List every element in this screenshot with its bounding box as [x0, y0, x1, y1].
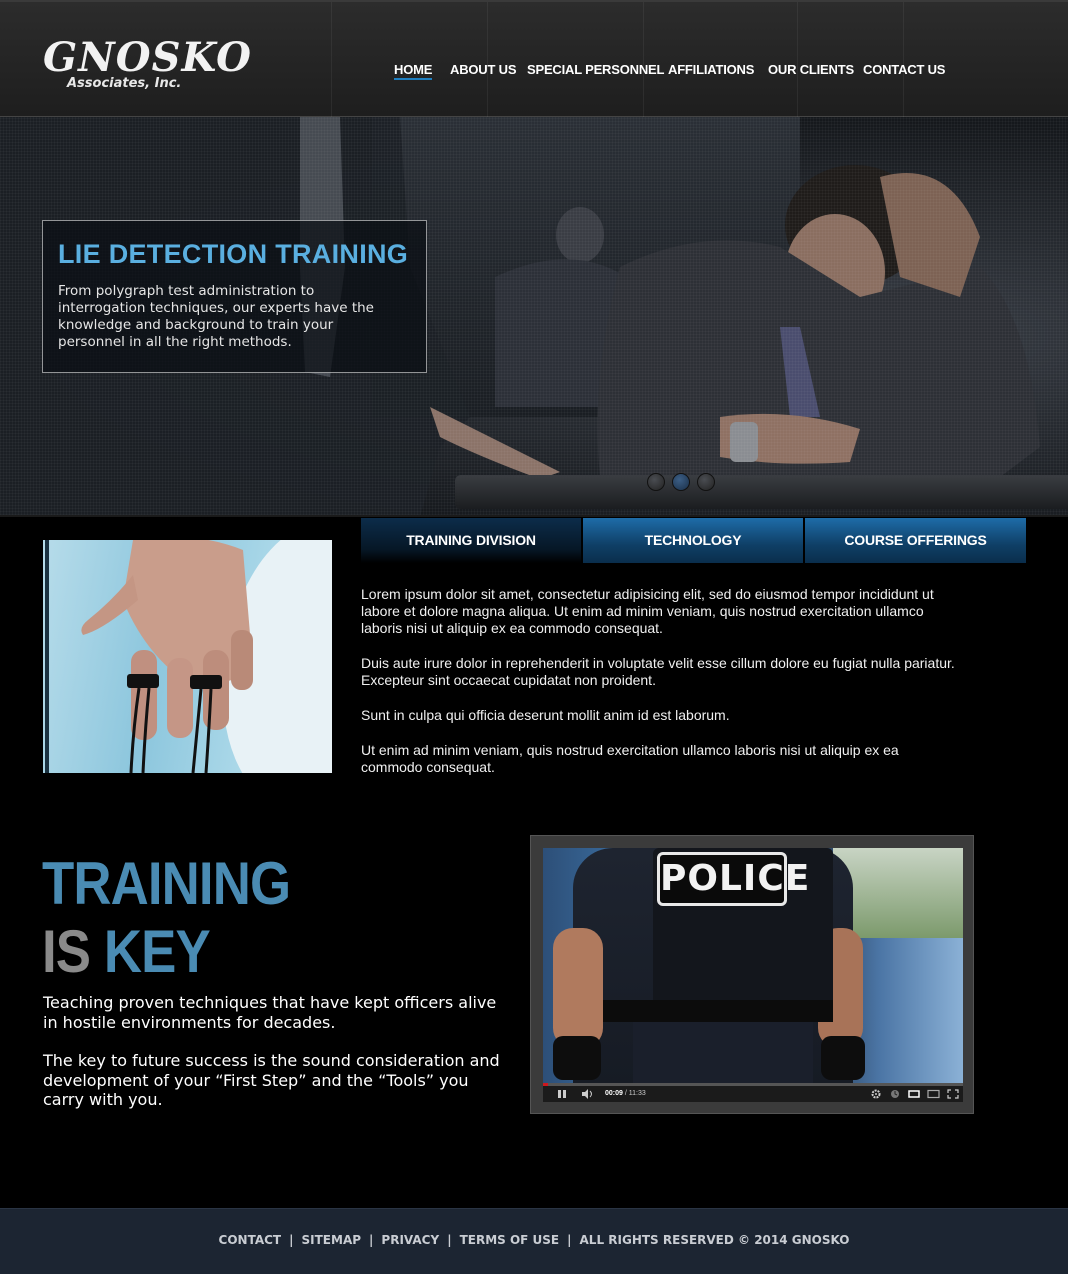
nav-special-personnel[interactable]: SPECIAL PERSONNEL: [527, 62, 664, 77]
fullscreen-icon[interactable]: [947, 1089, 959, 1099]
content-tabs: TRAINING DIVISION TECHNOLOGY COURSE OFFE…: [360, 518, 1026, 563]
heading-word-is: IS: [42, 918, 91, 985]
video-player: POLICE 00:09 / 11:33: [530, 835, 974, 1114]
header-divider: [331, 2, 332, 117]
training-paragraph: The key to future success is the sound c…: [43, 1051, 500, 1109]
tab-paragraph: Duis aute irure dolor in reprehenderit i…: [361, 655, 955, 688]
site-header: GNOSKO Associates, Inc. HOME ABOUT US SP…: [0, 0, 1068, 117]
tab-paragraph: Sunt in culpa qui officia deserunt molli…: [361, 707, 730, 723]
logo[interactable]: GNOSKO Associates, Inc.: [43, 38, 251, 98]
polygraph-hand-image: [43, 540, 332, 773]
heading-word-training: TRAINING: [42, 850, 291, 917]
footer-separator: |: [289, 1233, 294, 1247]
training-description: Teaching proven techniques that have kep…: [43, 993, 503, 1129]
small-player-icon[interactable]: [908, 1089, 920, 1099]
nav-about-us[interactable]: ABOUT US: [450, 62, 516, 77]
footer-link-sitemap[interactable]: SITEMAP: [302, 1233, 362, 1247]
video-current-time: 00:09: [605, 1090, 623, 1097]
heading-word-key: KEY: [103, 918, 211, 985]
hero-title: LIE DETECTION TRAINING: [58, 239, 409, 269]
site-footer: CONTACT | SITEMAP | PRIVACY | TERMS OF USE | ALL…: [0, 1208, 1068, 1274]
hand-illustration: [45, 540, 253, 773]
footer-link-terms[interactable]: TERMS OF USE: [460, 1233, 560, 1247]
tab-training-division[interactable]: TRAINING DIVISION: [360, 518, 581, 563]
video-controls: 00:09 / 11:33: [543, 1083, 963, 1102]
tab-paragraph: Lorem ipsum dolor sit amet, consectetur …: [361, 586, 934, 636]
video-officer-glove: [553, 1036, 601, 1080]
header-divider: [487, 2, 488, 117]
settings-gear-icon[interactable]: [871, 1089, 881, 1099]
video-officer-arm: [553, 928, 603, 1048]
header-divider: [797, 2, 798, 117]
video-progress-fill: [543, 1083, 549, 1086]
nav-our-clients[interactable]: OUR CLIENTS: [768, 62, 854, 77]
training-heading: TRAINING IS KEY: [42, 850, 291, 986]
pause-icon[interactable]: [557, 1089, 567, 1099]
footer-separator: |: [567, 1233, 572, 1247]
header-divider: [643, 2, 644, 117]
training-paragraph: Teaching proven techniques that have kep…: [43, 993, 497, 1032]
nav-contact-us[interactable]: CONTACT US: [863, 62, 945, 77]
hero-table: [455, 475, 1068, 509]
slider-dot-3[interactable]: [697, 473, 715, 491]
hero-slider: LIE DETECTION TRAINING From polygraph te…: [0, 117, 1068, 517]
slider-dot-1[interactable]: [647, 473, 665, 491]
header-divider: [903, 2, 904, 117]
video-duration: / 11:33: [624, 1090, 646, 1097]
hero-description: From polygraph test administration to in…: [58, 283, 374, 350]
footer-separator: |: [369, 1233, 374, 1247]
tab-paragraph: Ut enim ad minim veniam, quis nostrud ex…: [361, 742, 899, 775]
large-player-icon[interactable]: [927, 1089, 940, 1099]
slider-dot-2[interactable]: [672, 473, 690, 491]
nav-affiliations[interactable]: AFFILIATIONS: [668, 62, 754, 77]
video-officer-glove: [821, 1036, 865, 1080]
video-officer-belt: [603, 1000, 833, 1022]
watch-later-icon[interactable]: [890, 1089, 900, 1099]
video-screen[interactable]: POLICE: [543, 848, 963, 1086]
footer-links: CONTACT | SITEMAP | PRIVACY | TERMS OF USE | ALL…: [0, 1233, 1068, 1247]
logo-name: GNOSKO: [43, 34, 252, 81]
hero-caption-card: LIE DETECTION TRAINING From polygraph te…: [42, 220, 427, 373]
footer-separator: |: [447, 1233, 452, 1247]
volume-icon[interactable]: [581, 1089, 595, 1099]
police-patch: POLICE: [657, 852, 809, 906]
video-progress-bar[interactable]: [543, 1083, 963, 1086]
nav-home[interactable]: HOME: [394, 62, 433, 80]
footer-copyright: ALL RIGHTS RESERVED © 2014 GNOSKO: [579, 1233, 850, 1247]
video-time: 00:09 / 11:33: [605, 1090, 646, 1097]
logo-subtitle: Associates, Inc.: [67, 76, 182, 91]
footer-link-contact[interactable]: CONTACT: [219, 1233, 282, 1247]
video-officer-pants: [633, 1022, 813, 1086]
tab-panel: Lorem ipsum dolor sit amet, consectetur …: [361, 586, 961, 794]
tab-course-offerings[interactable]: COURSE OFFERINGS: [804, 518, 1026, 563]
tab-technology[interactable]: TECHNOLOGY: [582, 518, 803, 563]
footer-link-privacy[interactable]: PRIVACY: [381, 1233, 439, 1247]
